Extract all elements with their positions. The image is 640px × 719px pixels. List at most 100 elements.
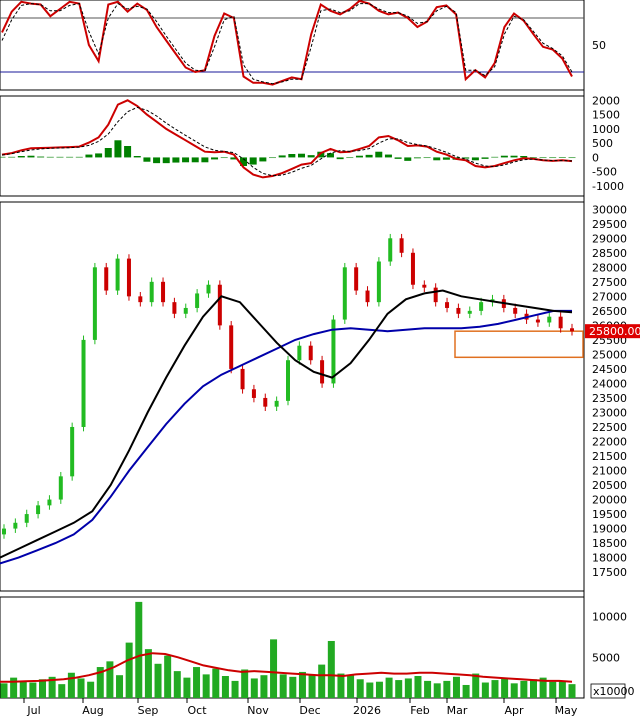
x-tick-label: Aug	[82, 704, 103, 717]
macd-histogram-bar	[182, 157, 190, 163]
volume-bar	[491, 680, 499, 698]
volume-bar	[116, 675, 124, 698]
volume-bar	[549, 681, 557, 698]
candle-body	[138, 296, 143, 303]
volume-bar	[87, 681, 95, 698]
volume-bar	[308, 674, 316, 698]
candle-body	[195, 293, 200, 308]
volume-bar	[510, 683, 518, 698]
volume-bar	[501, 678, 509, 698]
x-axis: Jul Aug Sep Oct Nov Dec 2026 Feb Mar Apr May	[23, 698, 578, 717]
macd-histogram-bar	[37, 156, 45, 158]
volume-bar	[270, 639, 278, 698]
candle-body	[513, 307, 518, 314]
macd-histogram-bar	[162, 157, 170, 164]
macd-histogram-bar	[423, 157, 431, 159]
macd-histogram-bar	[8, 156, 16, 158]
x-tick-label: Apr	[504, 704, 524, 717]
macd-histogram-bar	[124, 146, 132, 158]
volume-bar	[472, 673, 480, 698]
price-tick-label: 17500	[592, 566, 627, 579]
macd-histogram-bar	[153, 157, 161, 164]
macd-histogram-bar	[394, 157, 402, 159]
macd-histogram-bar	[220, 157, 228, 159]
macd-histogram-bar	[269, 157, 277, 159]
volume-unit-box: x10000	[590, 683, 635, 699]
macd-histogram-bar	[500, 155, 508, 158]
volume-bar	[279, 674, 287, 698]
volume-bar	[58, 684, 66, 698]
volume-bar	[144, 649, 152, 698]
price-tick-label: 19500	[592, 508, 627, 521]
candle-body	[388, 238, 393, 262]
candle-body	[13, 522, 18, 529]
volume-bar	[414, 676, 422, 698]
volume-bar	[164, 655, 172, 698]
candle-body	[308, 345, 313, 361]
x-tick-label: Sep	[138, 704, 159, 717]
volume-panel: 10000 5000	[0, 601, 627, 698]
last-price-label: 25800.00	[589, 325, 640, 338]
macd-histogram-bar	[56, 156, 64, 158]
macd-panel: 2000 150010005000 -500-1000	[0, 94, 624, 193]
candle-body	[58, 476, 63, 500]
candle-body	[183, 307, 188, 314]
macd-histogram-bar	[278, 155, 286, 158]
price-tick-label: 21000	[592, 465, 627, 478]
macd-histogram-bar	[471, 157, 479, 161]
candle-body	[342, 267, 347, 320]
candle-body	[81, 339, 86, 427]
volume-bar	[462, 684, 470, 698]
macd-histogram-bar	[114, 140, 122, 158]
candle-body	[2, 528, 6, 535]
candle-body	[36, 505, 41, 515]
volume-bar	[558, 680, 566, 698]
macd-histogram-bar	[27, 155, 35, 158]
x-tick-label: 2026	[353, 704, 381, 717]
volume-bar	[250, 678, 258, 698]
price-tick-label: 23000	[592, 406, 627, 419]
macd-line-1	[1, 106, 573, 177]
candle-body	[547, 316, 552, 323]
volume-bar	[424, 680, 432, 698]
macd-histogram-bar	[46, 156, 54, 158]
volume-bar	[356, 679, 364, 698]
macd-histogram-bar	[539, 157, 547, 159]
volume-bar	[366, 682, 374, 698]
macd-histogram-bar	[529, 157, 537, 158]
macd-histogram-bar	[510, 155, 518, 158]
macd-histogram-bar	[288, 154, 296, 158]
x-tick-label: Oct	[187, 704, 207, 717]
macd-histogram-bar	[95, 153, 103, 158]
candle-body	[251, 389, 256, 398]
candle-body	[354, 267, 359, 291]
candle-body	[104, 267, 109, 291]
volume-bar	[125, 642, 133, 698]
candle-body	[467, 310, 472, 314]
macd-histogram-bar	[481, 157, 489, 159]
x-tick-label: Mar	[447, 704, 468, 717]
volume-bar	[375, 681, 383, 698]
macd-histogram-bar	[143, 157, 151, 162]
x-tick-label: Dec	[299, 704, 320, 717]
candle-body	[365, 290, 370, 303]
macd-histogram-bar	[307, 155, 315, 158]
macd-histogram-bar	[433, 157, 441, 161]
price-tick-label: 25000	[592, 348, 627, 361]
candle-body	[456, 307, 461, 314]
x-tick-label: Nov	[247, 704, 269, 717]
volume-bar	[481, 682, 489, 698]
candle-body	[92, 267, 97, 340]
volume-bar	[318, 664, 326, 698]
volume-bar	[395, 680, 403, 698]
macd-histogram-bar	[365, 154, 373, 158]
candle-body	[263, 397, 268, 407]
macd-histogram-bar	[0, 156, 6, 158]
candle-body	[558, 316, 563, 329]
price-tick-label: 22000	[592, 435, 627, 448]
price-tick-label: 24500	[592, 363, 627, 376]
macd-histogram-bar	[442, 157, 450, 160]
macd-histogram-bar	[384, 154, 392, 158]
volume-bar	[327, 640, 335, 698]
macd-histogram-bar	[75, 156, 83, 158]
